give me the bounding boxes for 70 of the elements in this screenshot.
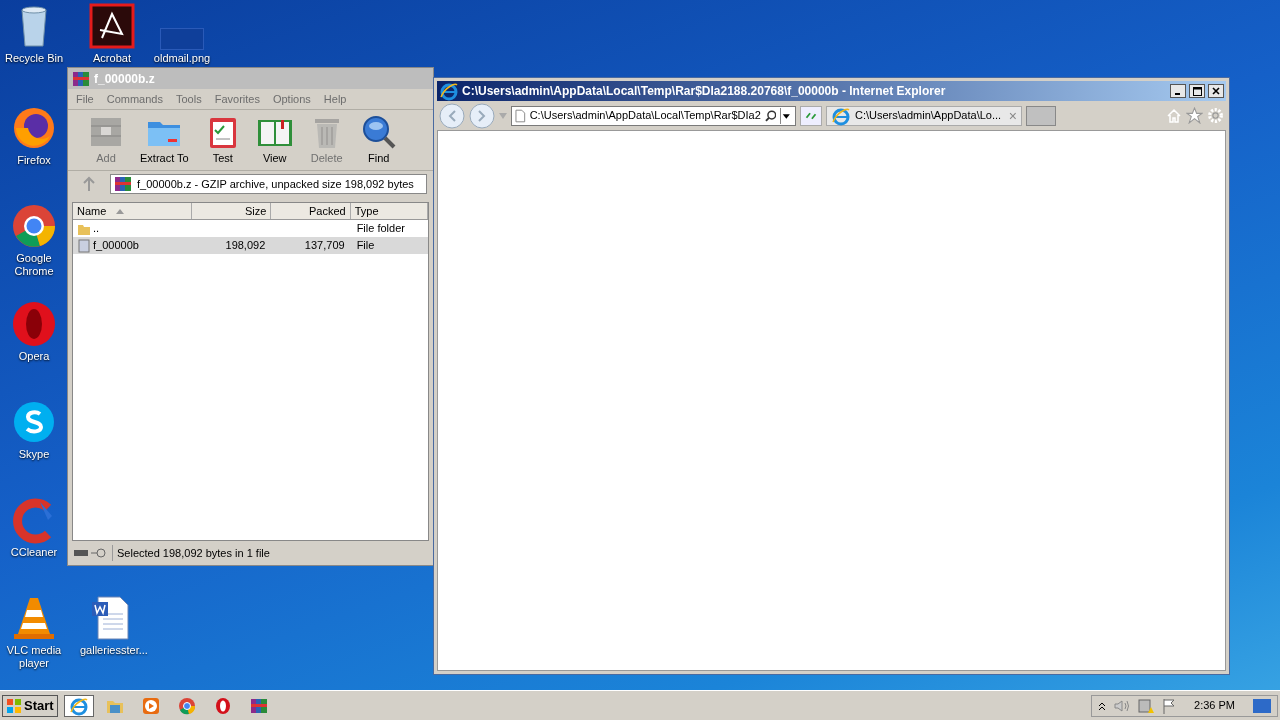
show-desktop-icon[interactable] xyxy=(1253,698,1271,713)
forward-button-icon[interactable] xyxy=(469,102,495,129)
opera-icon xyxy=(10,300,58,348)
home-icon[interactable] xyxy=(1166,107,1182,124)
maximize-icon xyxy=(1192,86,1202,96)
table-cell-text: f_00000b xyxy=(93,238,139,254)
back-button-icon[interactable] xyxy=(439,102,465,129)
toolbar-button[interactable]: Test xyxy=(204,113,241,166)
acrobat-icon xyxy=(88,2,136,50)
taskbar-button[interactable] xyxy=(63,694,94,717)
new-tab-button[interactable] xyxy=(1026,105,1056,126)
chrome-icon xyxy=(176,695,197,716)
toolbar-button[interactable]: View xyxy=(256,113,293,166)
column-header[interactable]: Packed xyxy=(271,203,351,219)
desktop-icon-label[interactable]: Opera xyxy=(18,350,50,363)
desktop-icon-label[interactable]: Firefox xyxy=(17,154,51,167)
menu-item[interactable]: Favorites xyxy=(214,90,260,108)
close-button[interactable] xyxy=(1208,84,1224,98)
dropdown-arrow-icon[interactable] xyxy=(780,107,792,124)
play-icon xyxy=(140,695,161,716)
desktop-icon-label[interactable]: Google Chrome xyxy=(2,252,66,278)
close-icon xyxy=(1212,87,1220,95)
address-field[interactable]: f_00000b.z - GZIP archive, unpacked size 198,092 bytes xyxy=(110,174,427,194)
image-file-icon xyxy=(160,28,204,50)
page-icon xyxy=(515,108,526,123)
menu-item[interactable]: Tools xyxy=(176,90,202,108)
menu-item[interactable]: Options xyxy=(272,90,311,108)
minimize-button[interactable] xyxy=(1170,84,1186,98)
column-header[interactable]: Size xyxy=(191,203,272,219)
chevron-up-icon[interactable] xyxy=(1098,700,1107,711)
windows-logo-icon xyxy=(6,697,22,714)
star-icon[interactable] xyxy=(1186,107,1203,124)
desktop-icon-label[interactable]: Recycle Bin xyxy=(4,52,64,65)
toolbar-button[interactable]: Extract To xyxy=(140,113,189,166)
start-button[interactable]: Start xyxy=(2,694,58,717)
maximize-button[interactable] xyxy=(1189,84,1205,98)
toolbar-button[interactable]: Find xyxy=(360,113,397,166)
drive-key-icon xyxy=(74,548,108,558)
desktop-icon-label[interactable]: Acrobat xyxy=(93,52,131,65)
status-text: Selected 198,092 bytes in 1 file xyxy=(112,544,270,562)
menu-item[interactable]: Commands xyxy=(106,90,163,108)
table-cell: File xyxy=(356,239,375,252)
refresh-icon[interactable] xyxy=(800,105,822,126)
desktop-icon-label[interactable]: VLC media player xyxy=(2,644,66,670)
column-header[interactable]: Type xyxy=(350,203,428,219)
browser-tab[interactable]: C:\Users\admin\AppData\Lo... × xyxy=(826,105,1022,126)
flag-icon[interactable] xyxy=(1162,697,1177,714)
internet-explorer-icon xyxy=(439,81,459,101)
table-cell-text: .. xyxy=(93,221,100,237)
speaker-icon[interactable] xyxy=(1114,698,1131,713)
window-title: f_00000b.z xyxy=(94,70,155,88)
desktop-icon-label[interactable]: oldmail.png xyxy=(153,52,211,65)
table-cell: 198,092 xyxy=(225,239,266,252)
file-row[interactable]: f_00000b 198,092 137,709 File xyxy=(73,237,428,254)
network-warning-icon[interactable] xyxy=(1138,697,1155,714)
desktop-icon-label[interactable]: CCleaner xyxy=(10,546,58,559)
column-header[interactable]: Name xyxy=(73,203,192,219)
clock-time[interactable]: 2:36 PM xyxy=(1194,697,1235,714)
table-cell: File folder xyxy=(356,222,405,235)
file-icon xyxy=(77,238,91,253)
chrome-icon xyxy=(10,202,58,250)
magnifier-icon xyxy=(360,113,397,150)
sort-ascending-icon xyxy=(116,208,125,214)
search-icon xyxy=(764,109,777,122)
address-field[interactable]: C:\Users\admin\AppData\Local\Temp\Rar$DIa2 xyxy=(511,105,796,126)
desktop-icon-label[interactable]: Skype xyxy=(18,448,50,461)
settings-icon[interactable] xyxy=(1207,107,1224,124)
table-cell: 137,709 xyxy=(304,239,345,252)
winrar-icon xyxy=(113,174,133,194)
window-title: C:\Users\admin\AppData\Local\Temp\Rar$DIa2188.20768\f_00000b - Internet Explorer xyxy=(462,83,947,100)
